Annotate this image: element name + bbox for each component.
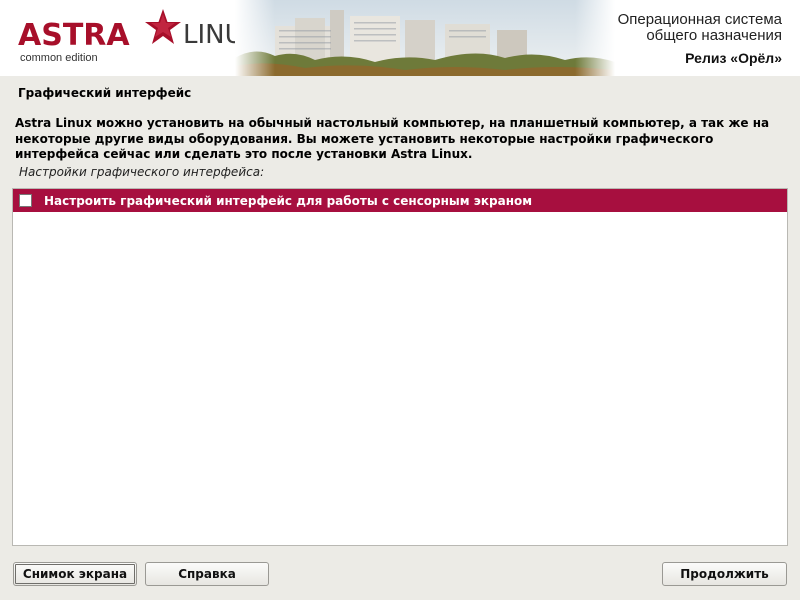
header-banner: ASTRA LINUX common edition Операционная … bbox=[0, 0, 800, 76]
touchscreen-checkbox[interactable] bbox=[19, 194, 32, 207]
os-name-line1: Операционная система bbox=[617, 11, 782, 28]
options-list: Настроить графический интерфейс для рабо… bbox=[12, 188, 788, 546]
os-info: Операционная система общего назначения Р… bbox=[617, 11, 782, 67]
star-icon bbox=[145, 9, 181, 44]
list-caption: Настройки графического интерфейса: bbox=[19, 165, 265, 179]
description-text: Astra Linux можно установить на обычный … bbox=[15, 116, 770, 161]
page-title: Графический интерфейс bbox=[18, 86, 192, 100]
release-name: Релиз «Орёл» bbox=[685, 50, 782, 66]
logo-edition-text: common edition bbox=[20, 52, 98, 64]
logo-astra-text: ASTRA bbox=[18, 18, 130, 53]
city-panorama-image bbox=[235, 0, 615, 76]
list-item-touchscreen[interactable]: Настроить графический интерфейс для рабо… bbox=[13, 189, 787, 212]
continue-button[interactable]: Продолжить bbox=[662, 562, 787, 586]
os-name-line2: общего назначения bbox=[646, 27, 782, 44]
list-item-label: Настроить графический интерфейс для рабо… bbox=[44, 193, 533, 208]
screenshot-button[interactable]: Снимок экрана bbox=[13, 562, 137, 586]
astra-linux-logo: ASTRA LINUX common edition bbox=[18, 9, 263, 66]
help-button[interactable]: Справка bbox=[145, 562, 269, 586]
